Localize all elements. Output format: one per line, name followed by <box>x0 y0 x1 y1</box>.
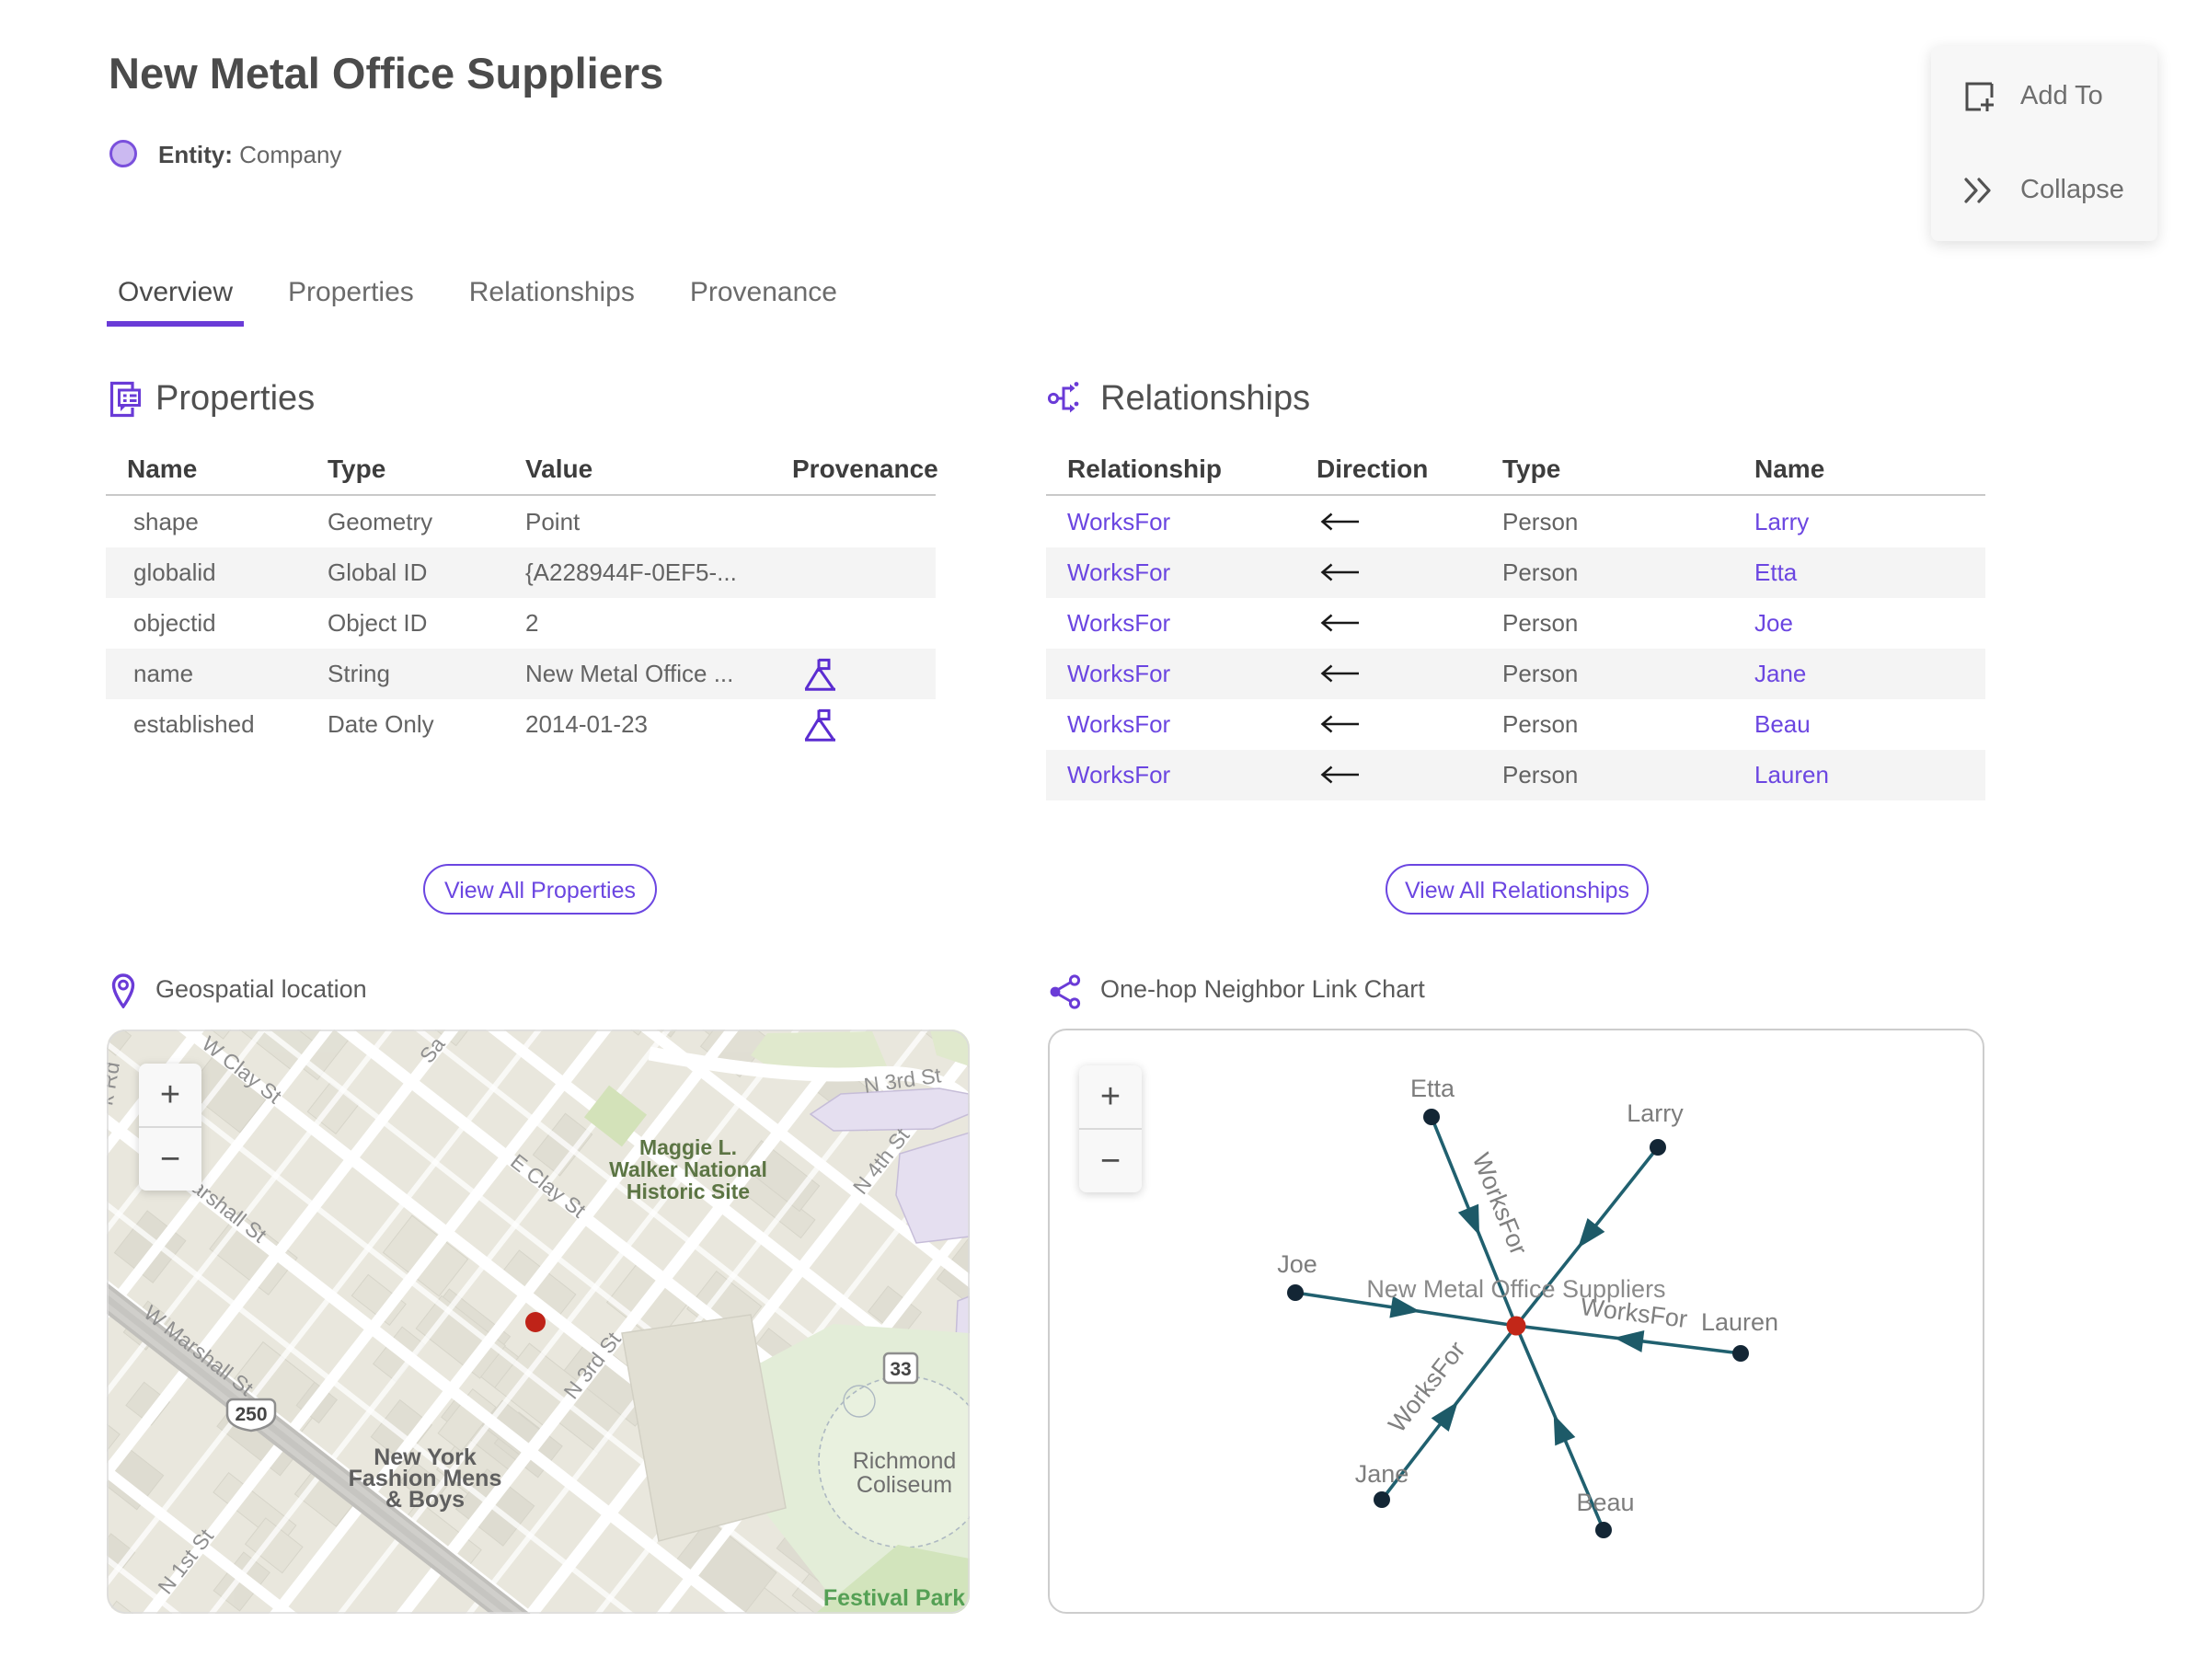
svg-text:250: 250 <box>235 1404 267 1425</box>
svg-text:Larry: Larry <box>1627 1099 1684 1127</box>
svg-text:Historic Site: Historic Site <box>627 1179 750 1203</box>
svg-text:Beau: Beau <box>1576 1489 1634 1516</box>
svg-text:& Boys: & Boys <box>385 1487 465 1513</box>
svg-text:New Metal Office Suppliers: New Metal Office Suppliers <box>1366 1275 1665 1303</box>
svg-text:WorksFor: WorksFor <box>1467 1149 1533 1259</box>
svg-text:Festival Park: Festival Park <box>823 1585 965 1611</box>
svg-text:Richmond: Richmond <box>853 1448 957 1474</box>
svg-text:Lauren: Lauren <box>1701 1308 1778 1336</box>
svg-text:WorksFor: WorksFor <box>1383 1336 1470 1437</box>
svg-text:Joe: Joe <box>1277 1250 1317 1278</box>
svg-text:Coliseum: Coliseum <box>857 1472 952 1498</box>
svg-text:33: 33 <box>890 1359 911 1380</box>
svg-text:Maggie L.: Maggie L. <box>639 1135 737 1159</box>
svg-text:Walker National: Walker National <box>609 1157 767 1181</box>
svg-text:Etta: Etta <box>1410 1075 1455 1102</box>
svg-text:Jane: Jane <box>1355 1460 1409 1488</box>
